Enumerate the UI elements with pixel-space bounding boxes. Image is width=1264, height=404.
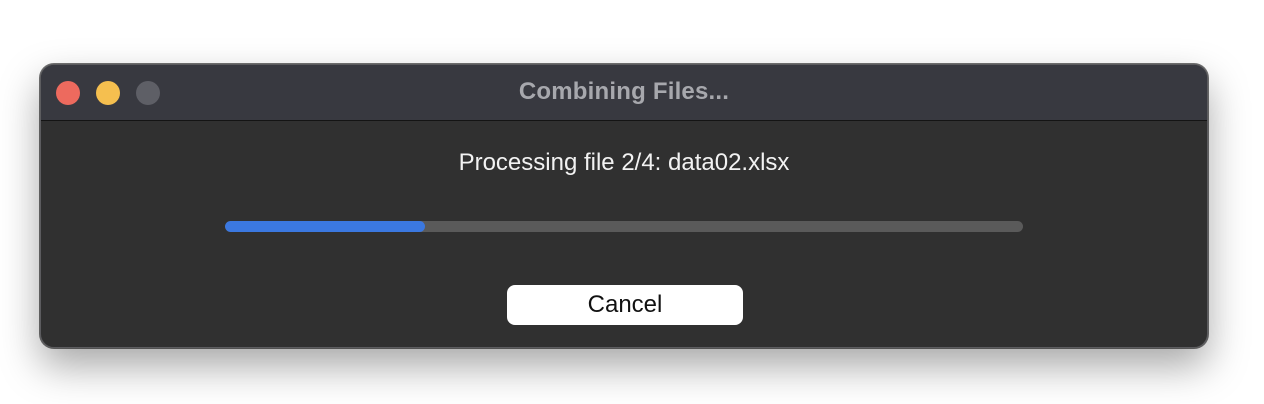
dialog-content: Processing file 2/4: data02.xlsx Cancel <box>41 121 1207 347</box>
window-title: Combining Files... <box>518 78 730 105</box>
title-bar[interactable]: Combining Files... <box>41 65 1207 121</box>
progress-bar-fill <box>225 221 425 232</box>
processing-status-text: Processing file 2/4: data02.xlsx <box>458 149 790 176</box>
progress-dialog-window: Combining Files... Processing file 2/4: … <box>40 64 1208 348</box>
desktop-background: Combining Files... Processing file 2/4: … <box>0 0 1264 404</box>
progress-bar <box>225 221 1023 232</box>
cancel-button[interactable]: Cancel <box>507 285 743 325</box>
